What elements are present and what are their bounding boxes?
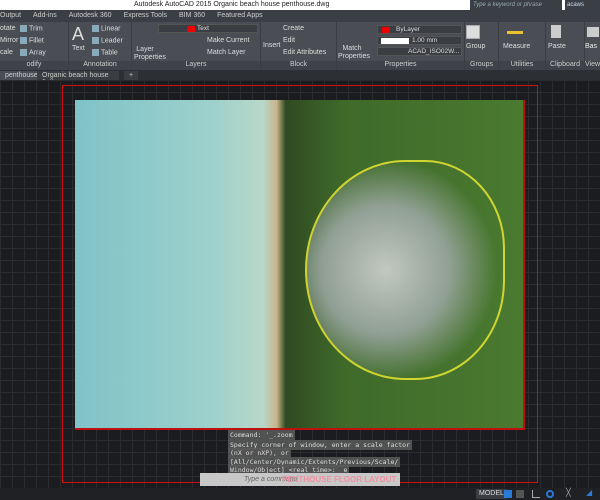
measure-icon xyxy=(507,31,523,34)
edit-attributes-button[interactable]: Edit Attributes xyxy=(283,49,326,56)
fillet-icon xyxy=(20,37,27,44)
layer-properties-button[interactable]: Layer Properties xyxy=(134,46,166,62)
modify-panel-label[interactable]: odify xyxy=(0,61,68,70)
paste-icon xyxy=(551,25,561,38)
mirror-button[interactable]: Mirror xyxy=(0,37,18,44)
linetype-dropdown[interactable]: ACAD_ISO02W... xyxy=(377,47,462,56)
group-icon xyxy=(466,25,480,39)
trim-label: Trim xyxy=(29,25,43,33)
match-layer-button[interactable]: Match Layer xyxy=(207,49,246,56)
site-render-image xyxy=(75,100,525,430)
array-icon xyxy=(20,49,27,56)
base-button[interactable]: Bas xyxy=(585,43,597,50)
text-button[interactable]: Text xyxy=(72,45,85,52)
tab-organic-beach-house-1st[interactable]: Organic beach house 1st* xyxy=(37,71,119,86)
block-panel-label[interactable]: Block xyxy=(261,61,336,70)
snap-toggle-icon[interactable] xyxy=(516,490,524,498)
measure-button[interactable]: Measure xyxy=(503,43,530,50)
lineweight-dropdown[interactable]: 1.00 mm xyxy=(377,36,462,45)
edit-block-button[interactable]: Edit xyxy=(283,37,295,44)
make-current-button[interactable]: Make Current xyxy=(207,37,249,44)
match-properties-button[interactable]: Match Properties xyxy=(338,45,370,61)
clipboard-panel-label[interactable]: Clipboard xyxy=(546,61,584,70)
scale-button[interactable]: cale xyxy=(0,49,13,56)
table-button[interactable]: Table xyxy=(92,49,118,56)
linear-label: Linear xyxy=(101,25,121,33)
array-label: Array xyxy=(29,49,46,57)
tab-add-ins[interactable]: Add-ins xyxy=(33,12,57,22)
view-panel-label[interactable]: View xyxy=(585,61,600,70)
lineweight-value: 1.00 mm xyxy=(412,37,438,44)
new-tab-button[interactable]: + xyxy=(124,71,139,80)
title-bar: Autodesk AutoCAD 2015 Organic beach hous… xyxy=(0,0,600,10)
document-tabs: penthouse* Organic beach house 1st* + xyxy=(0,70,600,86)
rotate-button[interactable]: otate xyxy=(0,25,16,32)
fillet-button[interactable]: Fillet xyxy=(20,37,44,44)
groups-panel-label[interactable]: Groups xyxy=(465,61,498,70)
utilities-panel-label[interactable]: Utilities xyxy=(499,61,545,70)
command-history-line: Command: '_.zoom xyxy=(228,430,295,440)
base-view-icon xyxy=(587,27,599,37)
house-rendering xyxy=(305,160,505,380)
linear-button[interactable]: Linear xyxy=(92,25,120,32)
linetype-value: ACAD_ISO02W... xyxy=(408,48,460,55)
fillet-label: Fillet xyxy=(29,37,44,45)
layers-panel-label[interactable]: Layers xyxy=(132,61,260,70)
color-dropdown[interactable]: ByLayer xyxy=(377,25,462,34)
layer-dropdown[interactable]: Text xyxy=(158,24,258,33)
table-icon xyxy=(92,49,99,56)
search-input[interactable]: Type a keyword or phrase xyxy=(470,0,562,10)
leader-button[interactable]: Leader xyxy=(92,37,123,44)
insert-button[interactable]: Insert xyxy=(263,42,281,49)
drawing-label: PENTHOUSE FLOOR LAYOUT xyxy=(282,475,397,484)
tab-autodesk-360[interactable]: Autodesk 360 xyxy=(69,12,112,22)
lineweight-toggle-icon[interactable]: ◢ xyxy=(586,488,594,497)
osnap-icon[interactable]: ╳ xyxy=(566,488,574,497)
tab-express-tools[interactable]: Express Tools xyxy=(124,12,167,22)
tab-featured-apps[interactable]: Featured Apps xyxy=(217,12,263,22)
grid-toggle-icon[interactable] xyxy=(504,490,512,498)
user-account[interactable]: acaws xyxy=(565,0,600,10)
tab-bim-360[interactable]: BIM 360 xyxy=(179,12,205,22)
paste-button[interactable]: Paste xyxy=(548,43,566,50)
table-label: Table xyxy=(101,49,118,57)
polar-tracking-icon[interactable] xyxy=(546,490,554,498)
create-block-button[interactable]: Create xyxy=(283,25,304,32)
window-title: Autodesk AutoCAD 2015 Organic beach hous… xyxy=(134,1,330,8)
color-swatch xyxy=(382,27,390,33)
lineweight-swatch xyxy=(381,38,409,44)
ribbon: otate Mirror cale Trim Fillet Array odif… xyxy=(0,22,600,70)
trim-icon xyxy=(20,25,27,32)
trim-button[interactable]: Trim xyxy=(20,25,43,32)
group-button[interactable]: Group xyxy=(466,43,485,50)
layer-color-swatch xyxy=(187,26,195,32)
color-value: ByLayer xyxy=(396,26,420,33)
annotation-panel-label[interactable]: Annotation xyxy=(69,61,131,70)
ortho-icon[interactable] xyxy=(532,490,540,498)
command-input[interactable]: Type a command PENTHOUSE FLOOR LAYOUT xyxy=(200,473,400,486)
array-button[interactable]: Array xyxy=(20,49,46,56)
drawing-canvas[interactable] xyxy=(0,80,600,488)
tab-output[interactable]: Output xyxy=(0,12,21,22)
text-icon: A xyxy=(72,24,85,44)
current-layer: Text xyxy=(197,25,209,32)
linear-dimension-icon xyxy=(92,25,99,32)
model-space-button[interactable]: MODEL xyxy=(476,489,507,499)
leader-icon xyxy=(92,37,99,44)
properties-panel-label[interactable]: Properties xyxy=(337,61,464,70)
status-bar: MODEL ╳ ◢ xyxy=(0,488,600,500)
ribbon-tabs: Output Add-ins Autodesk 360 Express Tool… xyxy=(0,10,600,22)
leader-label: Leader xyxy=(101,37,123,45)
